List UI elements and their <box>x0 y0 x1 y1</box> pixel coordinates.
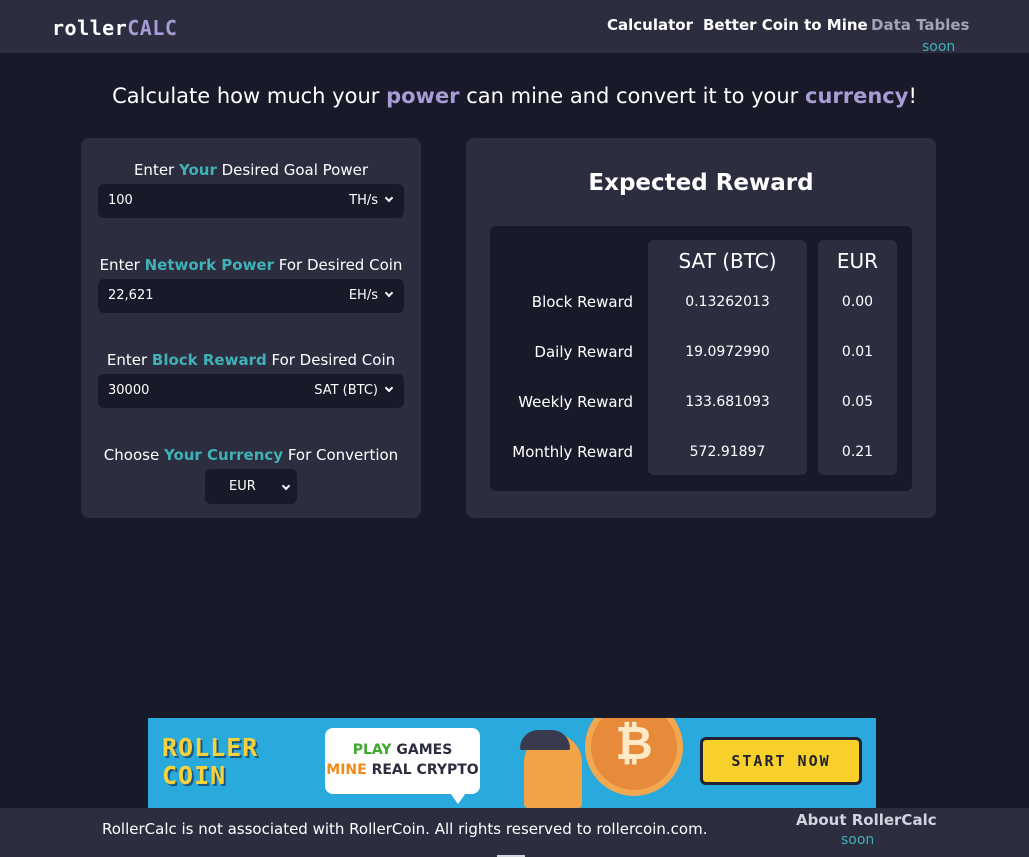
footer: RollerCalc is not associated with Roller… <box>0 808 1029 857</box>
nav-calculator[interactable]: Calculator <box>607 16 693 34</box>
rollercoin-banner-logo: ROLLER COIN <box>162 734 258 790</box>
chevron-down-icon <box>384 383 394 393</box>
currency-select-value: EUR <box>229 479 256 494</box>
headline-power: power <box>386 84 460 108</box>
chevron-down-icon <box>384 288 394 298</box>
block-reward-label-pre: Enter <box>106 351 152 369</box>
goal-power-unit-select[interactable]: TH/s <box>349 193 394 208</box>
eur-column: EUR 0.00 0.01 0.05 0.21 <box>818 240 897 475</box>
network-power-field: 22,621 EH/s <box>98 279 404 313</box>
eur-column-header: EUR <box>836 249 879 273</box>
navbar: rollerCALC Calculator Better Coin to Min… <box>0 0 1029 55</box>
eur-block-reward: 0.00 <box>841 294 874 310</box>
logo-text-calc: CALC <box>127 16 178 40</box>
currency-label: Choose Your Currency For Convertion <box>81 446 421 464</box>
row-label-monthly: Monthly Reward <box>512 443 633 461</box>
network-power-label-highlight: Network Power <box>144 256 274 274</box>
btc-weekly-reward: 133.681093 <box>685 394 770 410</box>
bitcoin-symbol: ₿ <box>615 718 653 770</box>
currency-label-pre: Choose <box>103 446 164 464</box>
eur-monthly-reward: 0.21 <box>841 444 874 460</box>
block-reward-label: Enter Block Reward For Desired Coin <box>81 351 421 369</box>
banner-mine-word: MINE <box>326 762 367 778</box>
btc-column: SAT (BTC) 0.13262013 19.0972990 133.6810… <box>648 240 807 475</box>
footer-disclaimer: RollerCalc is not associated with Roller… <box>102 820 708 838</box>
btc-daily-reward: 19.0972990 <box>685 344 770 360</box>
network-power-input[interactable]: 22,621 <box>108 288 154 303</box>
block-reward-input[interactable]: 30000 <box>108 383 149 398</box>
block-reward-unit-value: SAT (BTC) <box>314 383 378 398</box>
headline-text-3: ! <box>908 84 917 108</box>
logo-text-roller: roller <box>52 16 128 40</box>
goal-power-label-highlight: Your <box>178 161 217 179</box>
goal-power-label-pre: Enter <box>133 161 179 179</box>
chevron-down-icon <box>281 481 291 491</box>
network-power-label-pre: Enter <box>99 256 145 274</box>
calculator-form-panel: Enter Your Desired Goal Power 100 TH/s E… <box>81 138 421 518</box>
row-label-weekly: Weekly Reward <box>518 393 633 411</box>
block-reward-unit-select[interactable]: SAT (BTC) <box>314 383 394 398</box>
banner-games-word: GAMES <box>391 742 453 758</box>
headline-currency: currency <box>805 84 909 108</box>
row-label-block: Block Reward <box>531 293 633 311</box>
banner-play-word: PLAY <box>352 742 392 758</box>
row-label-daily: Daily Reward <box>534 343 633 361</box>
rollercoin-ad-banner[interactable]: ROLLER COIN PLAY GAMES MINE REAL CRYPTO … <box>148 718 876 808</box>
eur-daily-reward: 0.01 <box>841 344 874 360</box>
cap-icon <box>520 730 570 750</box>
headline-text-2: can mine and convert it to your <box>459 84 805 108</box>
banner-logo-line2: COIN <box>162 761 227 790</box>
site-logo[interactable]: rollerCALC <box>52 16 177 40</box>
headline-text-1: Calculate how much your <box>112 84 387 108</box>
speech-bubble-tail <box>448 790 468 804</box>
goal-power-unit-value: TH/s <box>349 193 378 208</box>
nav-better-coin[interactable]: Better Coin to Mine <box>703 16 868 34</box>
currency-select[interactable]: EUR <box>205 469 297 504</box>
btc-block-reward: 0.13262013 <box>685 294 770 310</box>
bitcoin-coin-icon: ₿ <box>585 718 683 796</box>
expected-reward-title: Expected Reward <box>588 170 814 196</box>
expected-reward-panel: Expected Reward Block Reward Daily Rewar… <box>466 138 936 518</box>
network-power-unit-select[interactable]: EH/s <box>348 288 394 303</box>
eur-weekly-reward: 0.05 <box>841 394 874 410</box>
banner-logo-line1: ROLLER <box>162 733 259 762</box>
btc-column-header: SAT (BTC) <box>678 249 777 273</box>
currency-label-post: For Convertion <box>283 446 399 464</box>
banner-mine-crypto: MINE REAL CRYPTO <box>325 760 480 780</box>
banner-real-crypto-word: REAL CRYPTO <box>366 762 479 778</box>
page-headline: Calculate how much your power can mine a… <box>0 84 1029 108</box>
goal-power-field: 100 TH/s <box>98 184 404 218</box>
goal-power-input[interactable]: 100 <box>108 193 133 208</box>
banner-speech-bubble: PLAY GAMES MINE REAL CRYPTO <box>325 728 480 794</box>
currency-label-highlight: Your Currency <box>163 446 284 464</box>
footer-about-link[interactable]: About RollerCalc <box>796 811 937 829</box>
chevron-down-icon <box>384 193 394 203</box>
block-reward-label-highlight: Block Reward <box>151 351 267 369</box>
reward-table: Block Reward Daily Reward Weekly Reward … <box>490 226 912 491</box>
goal-power-label: Enter Your Desired Goal Power <box>81 161 421 179</box>
data-tables-soon-badge: soon <box>922 39 956 55</box>
banner-play-games: PLAY GAMES <box>325 740 480 760</box>
goal-power-label-post: Desired Goal Power <box>216 161 369 179</box>
nav-data-tables[interactable]: Data Tables <box>871 16 970 34</box>
footer-about-soon-badge: soon <box>841 832 875 848</box>
network-power-label-post: For Desired Coin <box>274 256 403 274</box>
start-now-button[interactable]: START NOW <box>700 737 862 785</box>
network-power-label: Enter Network Power For Desired Coin <box>81 256 421 274</box>
block-reward-field: 30000 SAT (BTC) <box>98 374 404 408</box>
block-reward-label-post: For Desired Coin <box>266 351 396 369</box>
network-power-unit-value: EH/s <box>348 288 378 303</box>
btc-monthly-reward: 572.91897 <box>689 444 766 460</box>
